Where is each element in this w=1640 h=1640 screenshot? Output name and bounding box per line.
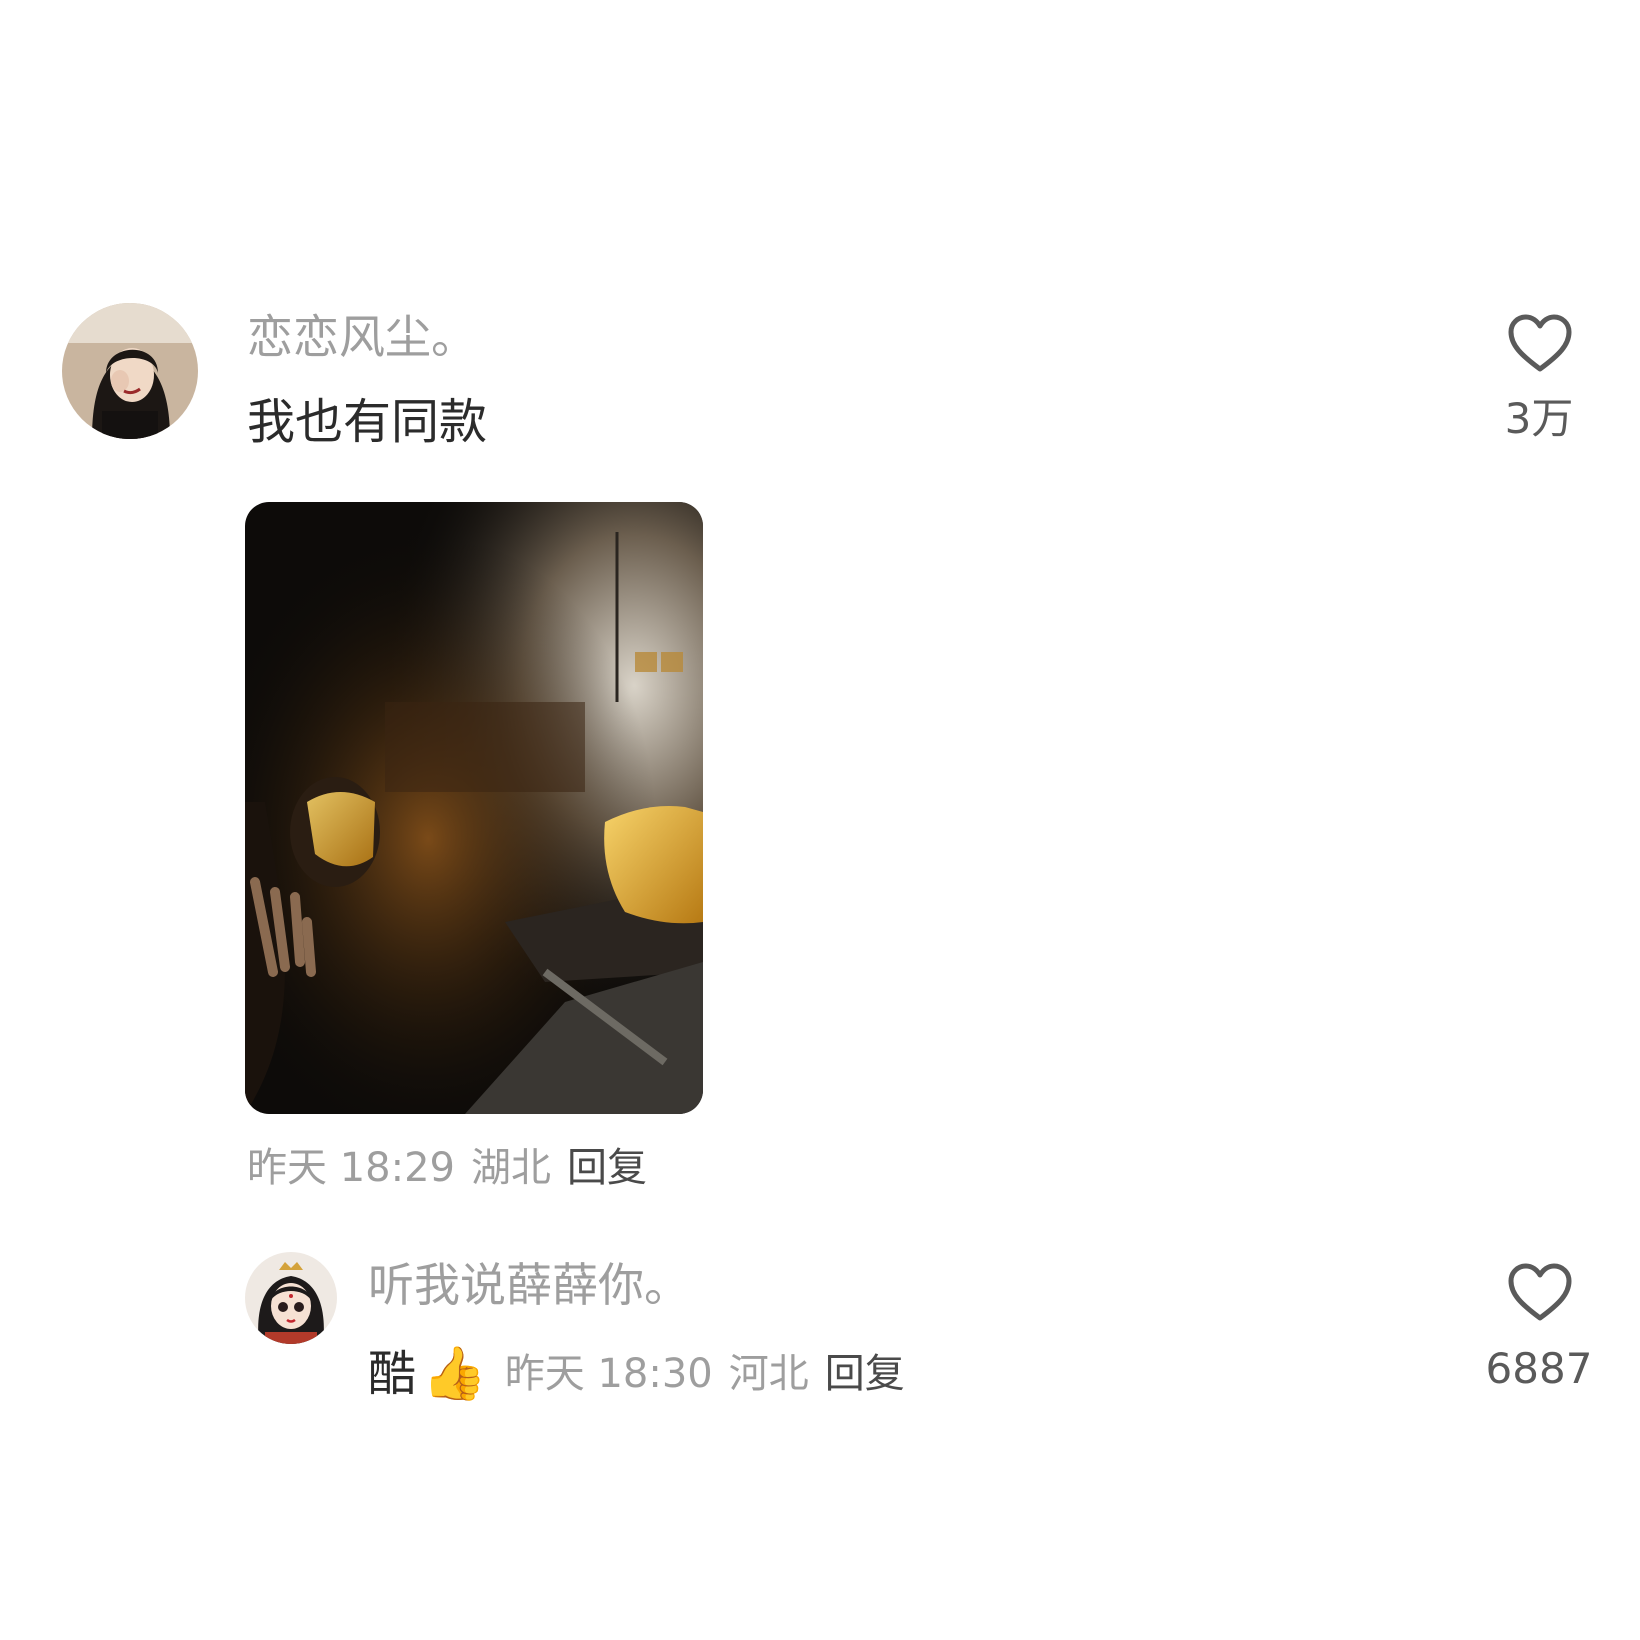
reply-location: 河北 [728,1351,809,1397]
comment-time: 昨天 18:29 [247,1145,455,1191]
comment-image[interactable] [245,502,703,1114]
comment-avatar[interactable] [62,303,198,439]
comment-heart-icon[interactable] [1507,313,1573,373]
reply-meta: 酷 👍 昨天 18:30 河北 回复 [368,1348,921,1400]
reply-username[interactable]: 听我说薛薛你。 [368,1262,690,1308]
comment-reply-button[interactable]: 回复 [567,1148,647,1188]
reply-time: 昨天 18:30 [504,1351,713,1397]
reply-like-count: 6887 [1485,1344,1593,1393]
thumbs-up-icon: 👍 [422,1344,487,1404]
comment-username[interactable]: 恋恋风尘。 [247,314,477,360]
reply-heart-icon[interactable] [1507,1262,1573,1322]
comment-meta: 昨天 18:29 湖北 回复 [247,1148,663,1188]
reply-text: 酷 [368,1346,417,1402]
reply-reply-button[interactable]: 回复 [825,1354,905,1394]
reply-avatar[interactable] [245,1252,337,1344]
comment-location: 湖北 [471,1145,551,1191]
comment-text: 我也有同款 [247,394,488,450]
comment-like-count: 3万 [1504,394,1574,443]
